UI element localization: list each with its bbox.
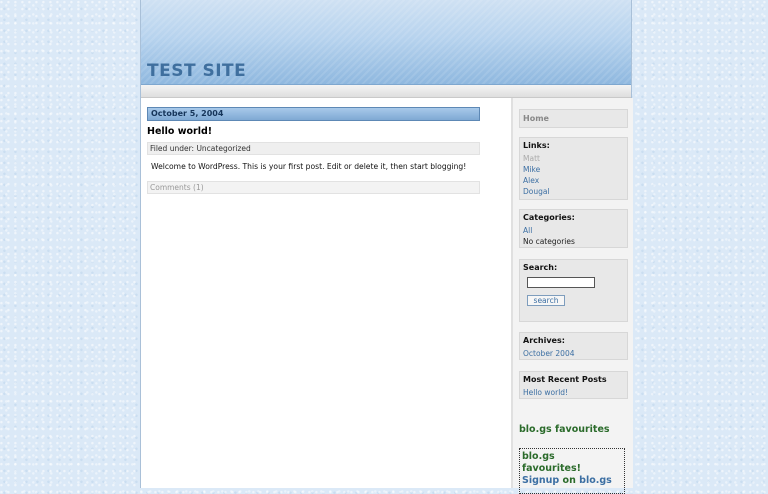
home-link[interactable]: Home bbox=[519, 109, 628, 128]
no-categories-text: No categories bbox=[523, 237, 575, 246]
search-heading: Search: bbox=[523, 263, 558, 272]
link-matt[interactable]: Matt bbox=[523, 153, 624, 164]
header-banner: TEST SITE bbox=[141, 0, 631, 85]
page-container: TEST SITE October 5, 2004 Hello world! F… bbox=[140, 0, 633, 494]
post-meta: Filed under: Uncategorized bbox=[147, 142, 480, 155]
links-heading: Links: bbox=[523, 141, 550, 150]
recent-posts-heading: Most Recent Posts bbox=[523, 375, 607, 384]
sidebar: Home Links: Matt Mike Alex Dougal Catego… bbox=[511, 98, 633, 494]
archives-heading: Archives: bbox=[523, 336, 565, 345]
post-date: October 5, 2004 bbox=[147, 107, 480, 121]
link-dougal[interactable]: Dougal bbox=[523, 186, 624, 197]
blogs-favourites-box: blo.gs favourites! Signup on blo.gs bbox=[519, 448, 625, 494]
archive-october-2004[interactable]: October 2004 bbox=[523, 348, 624, 359]
archives-box: Archives: October 2004 bbox=[519, 332, 628, 360]
blogs-site-link[interactable]: blo.gs bbox=[579, 475, 612, 486]
recent-posts-box: Most Recent Posts Hello world! bbox=[519, 371, 628, 399]
header-subbar bbox=[141, 85, 631, 98]
categories-box: Categories: All No categories bbox=[519, 209, 628, 248]
main-content: October 5, 2004 Hello world! Filed under… bbox=[141, 98, 511, 488]
blogs-favourites-title: blo.gs favourites bbox=[519, 424, 610, 435]
category-all-link[interactable]: All bbox=[523, 225, 624, 236]
blogs-on-text: on bbox=[562, 475, 576, 486]
post-title[interactable]: Hello world! bbox=[147, 126, 212, 137]
search-button[interactable]: search bbox=[527, 295, 565, 306]
link-mike[interactable]: Mike bbox=[523, 164, 624, 175]
search-box: Search: search bbox=[519, 259, 628, 322]
site-title[interactable]: TEST SITE bbox=[147, 61, 246, 81]
search-input[interactable] bbox=[527, 277, 595, 288]
link-alex[interactable]: Alex bbox=[523, 175, 624, 186]
blogs-box-line2: favourites! bbox=[522, 463, 581, 474]
links-box: Links: Matt Mike Alex Dougal bbox=[519, 137, 628, 200]
comments-link[interactable]: Comments (1) bbox=[147, 181, 480, 194]
recent-post-hello-world[interactable]: Hello world! bbox=[523, 387, 624, 398]
post-body: Welcome to WordPress. This is your first… bbox=[151, 162, 467, 171]
categories-heading: Categories: bbox=[523, 213, 575, 222]
blogs-signup-link[interactable]: Signup bbox=[522, 475, 559, 486]
blogs-box-line1: blo.gs bbox=[522, 451, 555, 462]
